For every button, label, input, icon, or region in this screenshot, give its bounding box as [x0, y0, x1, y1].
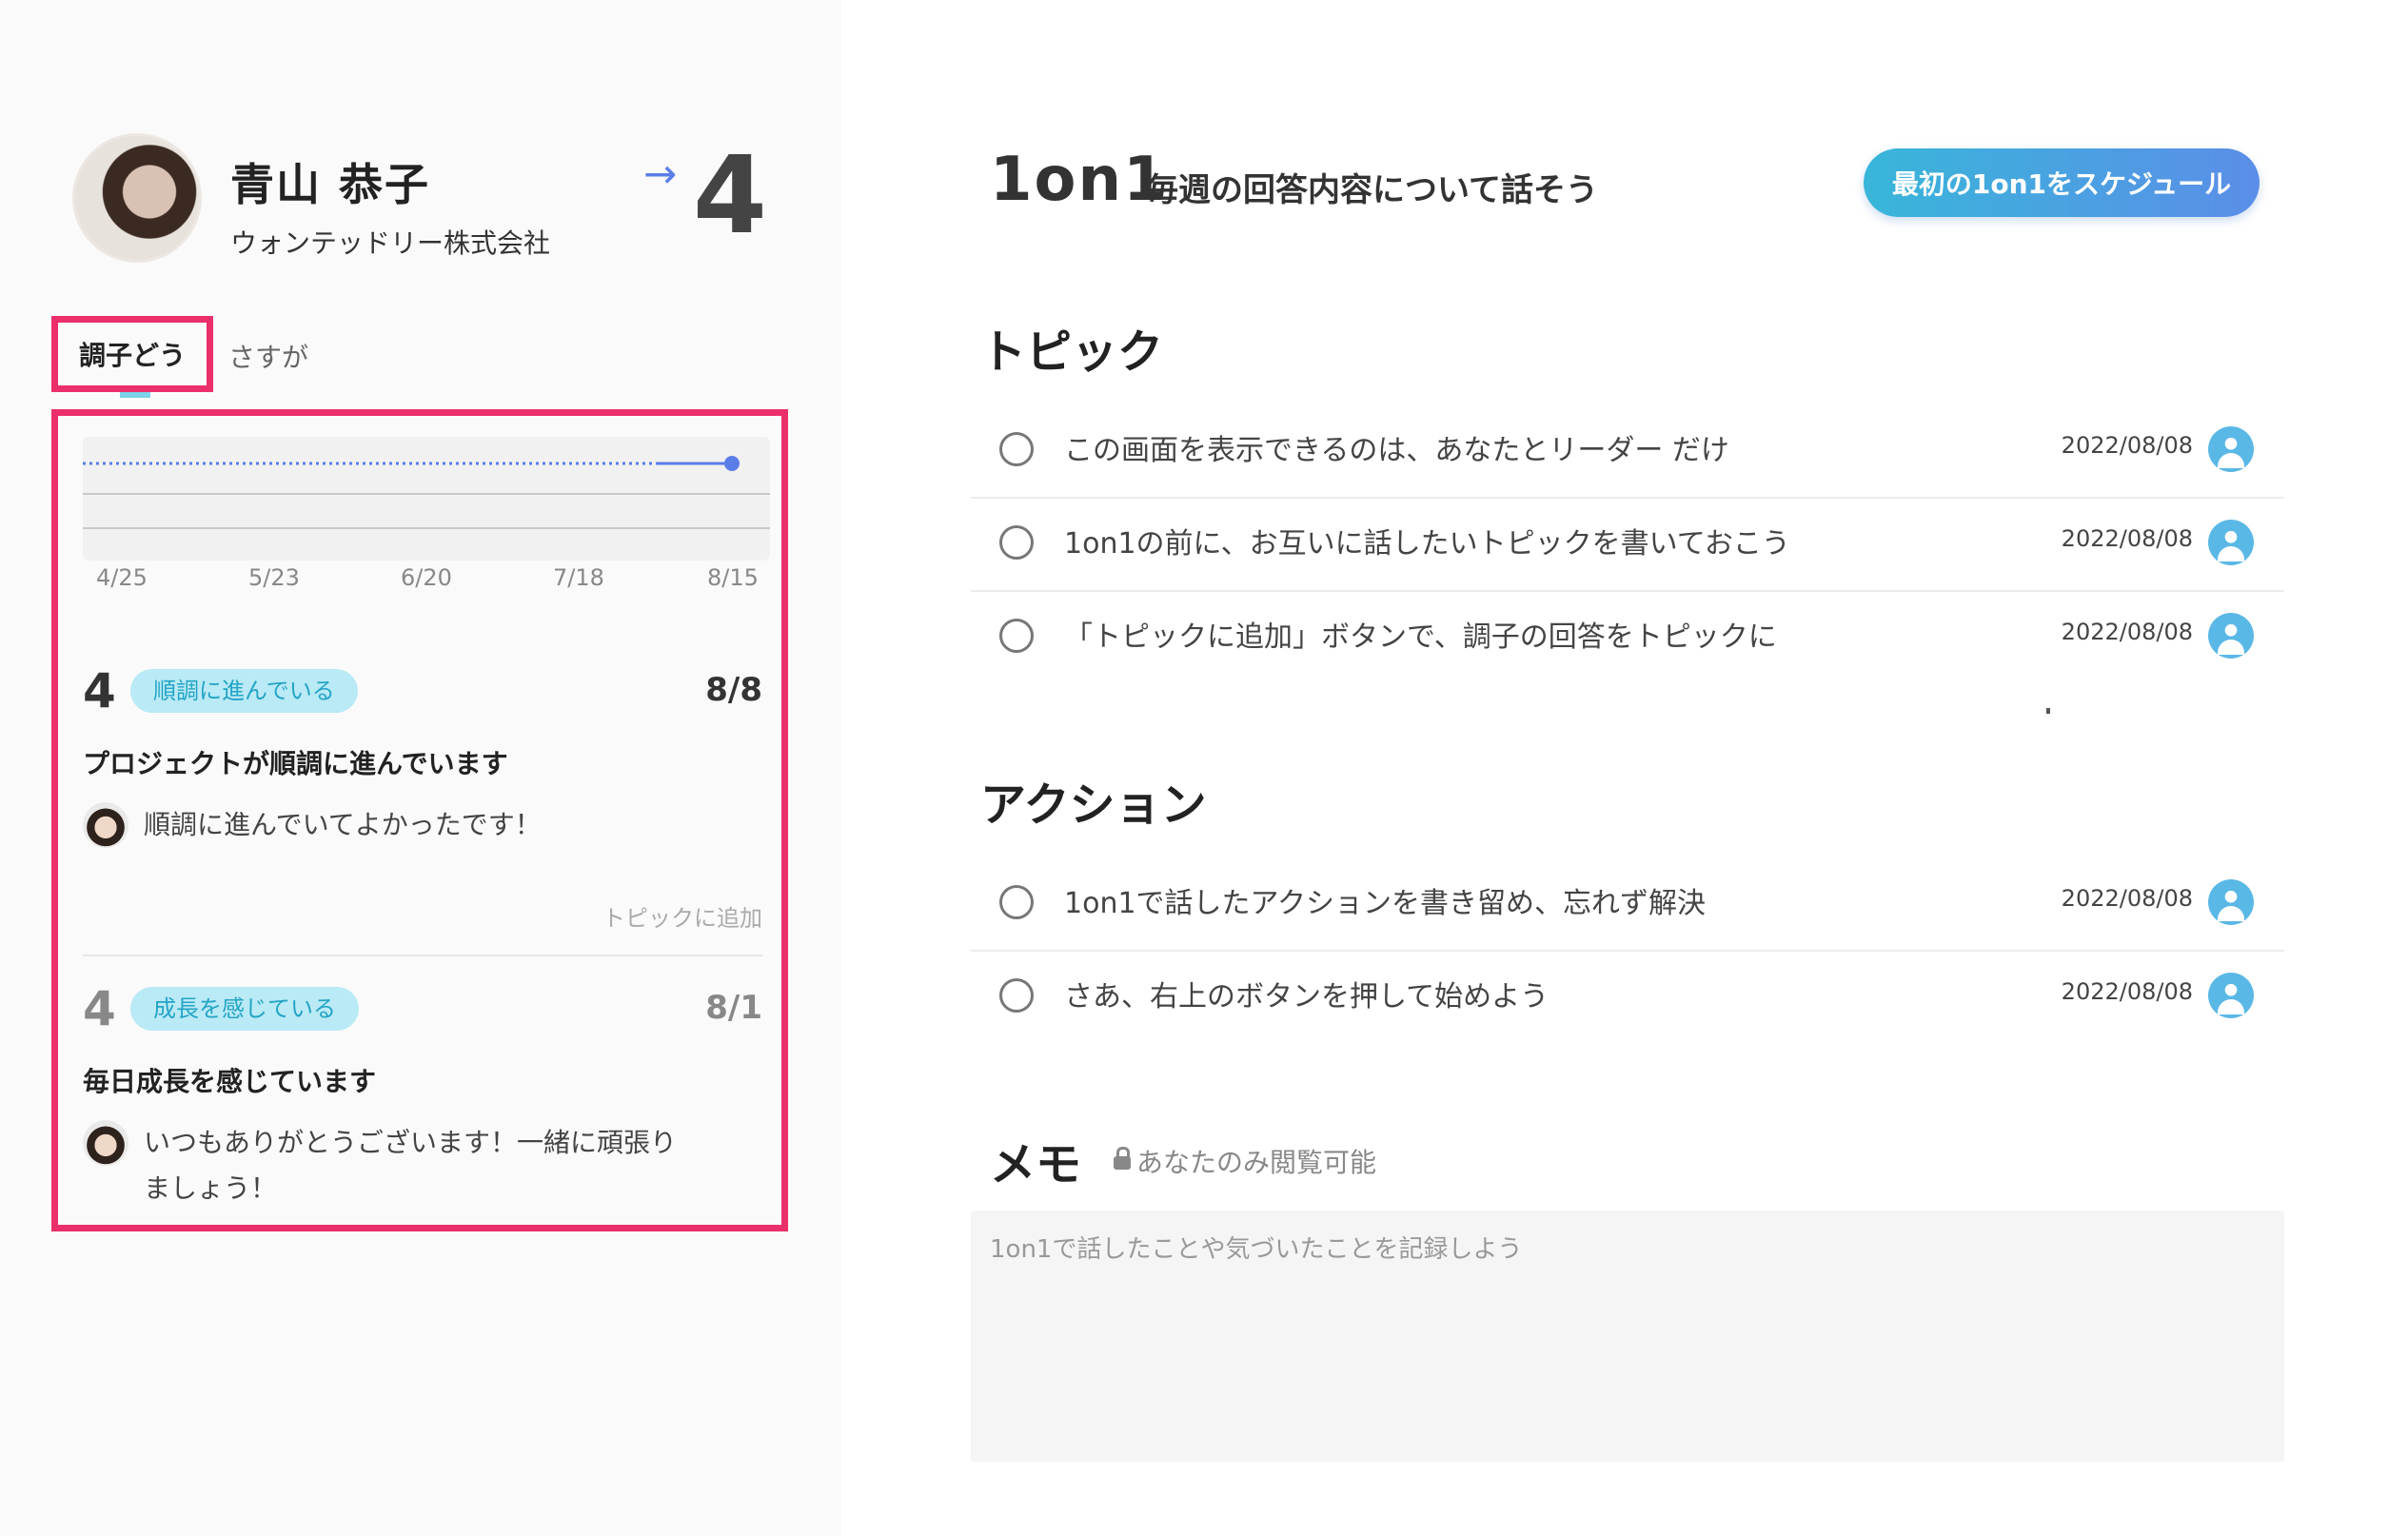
user-avatar-icon — [2208, 613, 2254, 659]
page-subtitle: 毎週の回答内容について話そう — [1146, 171, 1598, 209]
checkbox-circle-icon[interactable] — [999, 619, 1034, 653]
checkbox-circle-icon[interactable] — [999, 525, 1034, 560]
lock-icon — [1114, 1147, 1131, 1170]
topic-text: 「トピックに追加」ボタンで、調子の回答をトピックに — [1064, 620, 1777, 654]
page-title: 1on1 — [990, 145, 1168, 215]
actions-section-title: アクション — [980, 778, 1207, 832]
chart-series-group — [83, 456, 740, 471]
entry-score: 4 — [83, 663, 116, 719]
action-date: 2022/08/08 — [2061, 885, 2193, 912]
add-to-topic-link[interactable]: トピックに追加 — [602, 899, 762, 933]
memo-visibility-text: あなたのみ閲覧可能 — [1136, 1147, 1377, 1178]
chart-x-tick-label: 6/20 — [401, 564, 452, 591]
avatar — [72, 133, 202, 263]
main-panel: 1on1 毎週の回答内容について話そう 最初の1on1をスケジュール トピック … — [841, 0, 2408, 1536]
tab-praise[interactable]: さすが — [228, 337, 308, 375]
schedule-1on1-button[interactable]: 最初の1on1をスケジュール — [1864, 148, 2260, 217]
entry-date: 8/8 — [705, 671, 762, 709]
topic-date: 2022/08/08 — [2061, 432, 2193, 459]
checkbox-circle-icon[interactable] — [999, 978, 1034, 1013]
topic-row[interactable]: この画面を表示できるのは、あなたとリーダー だけ 2022/08/08 — [971, 405, 2284, 497]
entry-score: 4 — [83, 981, 116, 1036]
checkbox-circle-icon[interactable] — [999, 885, 1034, 919]
topic-text: この画面を表示できるのは、あなたとリーダー だけ — [1064, 434, 1729, 467]
topic-date: 2022/08/08 — [2061, 525, 2193, 552]
company-name: ウォンテッドリー株式会社 — [230, 227, 551, 259]
entry-comment: いつもありがとうございます！一緒に頑張り ましょう！ — [144, 1120, 677, 1211]
chart-x-tick-label: 7/18 — [553, 564, 604, 591]
entry-date: 8/1 — [705, 989, 762, 1027]
chart-point — [724, 456, 740, 471]
tab-active-indicator — [120, 392, 150, 398]
checkbox-circle-icon[interactable] — [999, 432, 1034, 466]
user-name: 青山 恭子 — [230, 159, 431, 210]
user-avatar-icon — [2208, 973, 2254, 1018]
current-score: 4 — [693, 134, 767, 258]
arrow-right-icon[interactable]: → — [643, 150, 677, 197]
topic-date: 2022/08/08 — [2061, 619, 2193, 645]
condition-history-panel: 4/25 5/23 6/20 7/18 8/15 4 順調に進んでいる 8/8 プロジェ… — [51, 409, 788, 1231]
action-date: 2022/08/08 — [2061, 978, 2193, 1005]
topic-row[interactable]: 「トピックに追加」ボタンで、調子の回答をトピックに 2022/08/08 — [971, 592, 2284, 683]
action-row[interactable]: 1on1で話したアクションを書き留め、忘れず解決 2022/08/08 — [971, 858, 2284, 950]
chart-x-tick-label: 4/25 — [96, 564, 148, 591]
commenter-avatar — [83, 802, 128, 848]
action-row[interactable]: さあ、右上のボタンを押して始めよう 2022/08/08 — [971, 952, 2284, 1043]
user-avatar-icon — [2208, 879, 2254, 925]
chart-x-tick-label: 8/15 — [707, 564, 759, 591]
commenter-avatar — [83, 1120, 128, 1166]
entry-title: プロジェクトが順調に進んでいます — [83, 748, 508, 779]
entry-divider — [83, 955, 762, 956]
action-text: さあ、右上のボタンを押して始めよう — [1064, 980, 1549, 1014]
status-badge: 順調に進んでいる — [130, 669, 358, 713]
chart-x-tick-label: 5/23 — [248, 564, 300, 591]
trend-chart-svg — [83, 456, 770, 529]
score-trend-chart — [83, 437, 770, 561]
user-avatar-icon — [2208, 520, 2254, 565]
tab-condition[interactable]: 調子どう — [51, 316, 213, 392]
user-avatar-icon — [2208, 426, 2254, 472]
topic-text: 1on1の前に、お互いに話したいトピックを書いておこう — [1064, 527, 1790, 561]
memo-textarea[interactable] — [971, 1211, 2284, 1462]
entry-comment: 順調に進んでいてよかったです！ — [144, 809, 542, 840]
left-panel: 青山 恭子 ウォンテッドリー株式会社 → 4 調子どう さすが 4/25 5/23… — [0, 0, 841, 1536]
memo-visibility-note: あなたのみ閲覧可能 — [1114, 1142, 1376, 1180]
topic-row[interactable]: 1on1の前に、お互いに話したいトピックを書いておこう 2022/08/08 — [971, 499, 2284, 590]
entry-comment-line: ましょう！ — [144, 1172, 278, 1204]
memo-section-title: メモ — [990, 1138, 1082, 1191]
status-badge: 成長を感じている — [130, 987, 359, 1031]
topics-section-title: トピック — [980, 325, 1164, 379]
entry-title: 毎日成長を感じています — [83, 1066, 377, 1097]
entry-comment-line: いつもありがとうございます！一緒に頑張り — [144, 1127, 678, 1158]
cursor-mark — [2046, 708, 2050, 714]
action-text: 1on1で話したアクションを書き留め、忘れず解決 — [1064, 887, 1707, 920]
